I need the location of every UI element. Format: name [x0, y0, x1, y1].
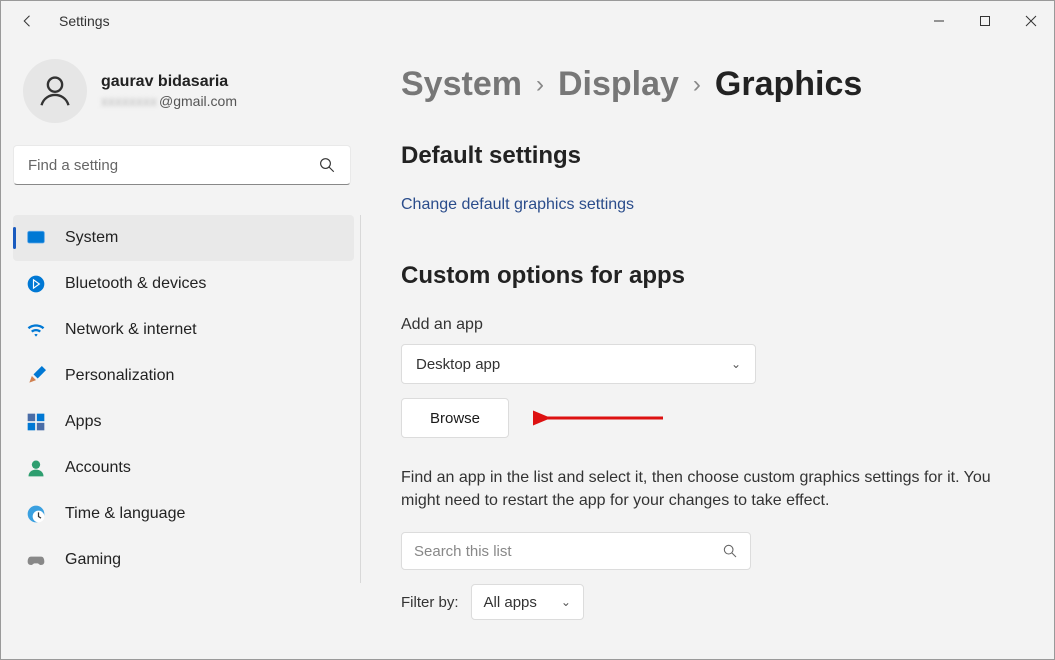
sidebar-item-label: Personalization — [65, 367, 174, 385]
avatar — [23, 59, 87, 123]
sidebar-item-label: Network & internet — [65, 321, 197, 339]
chevron-down-icon: ⌄ — [561, 595, 571, 609]
main-content: System › Display › Graphics Default sett… — [361, 41, 1054, 659]
close-button[interactable] — [1008, 1, 1054, 41]
search-icon — [318, 156, 336, 174]
user-profile[interactable]: gaurav bidasaria xxxxxxxx@gmail.com — [13, 51, 361, 145]
sidebar-item-personalization[interactable]: Personalization — [13, 353, 354, 399]
settings-search[interactable] — [13, 145, 351, 185]
help-text: Find an app in the list and select it, t… — [401, 466, 1011, 512]
bluetooth-icon — [25, 274, 47, 294]
sidebar-item-bluetooth[interactable]: Bluetooth & devices — [13, 261, 354, 307]
sidebar-item-label: Time & language — [65, 505, 185, 523]
sidebar-item-time[interactable]: Time & language — [13, 491, 354, 537]
gamepad-icon — [25, 550, 47, 570]
app-type-value: Desktop app — [416, 356, 500, 373]
maximize-button[interactable] — [962, 1, 1008, 41]
wifi-icon — [25, 320, 47, 340]
sidebar-item-label: Gaming — [65, 551, 121, 569]
sidebar-item-accounts[interactable]: Accounts — [13, 445, 354, 491]
filter-value: All apps — [484, 594, 537, 611]
custom-options-heading: Custom options for apps — [401, 262, 1014, 290]
app-type-select[interactable]: Desktop app ⌄ — [401, 344, 756, 384]
sidebar-item-system[interactable]: System — [13, 215, 354, 261]
settings-search-input[interactable] — [28, 157, 318, 174]
sidebar-item-apps[interactable]: Apps — [13, 399, 354, 445]
add-an-app-label: Add an app — [401, 316, 1014, 334]
browse-button[interactable]: Browse — [401, 398, 509, 438]
filter-by-label: Filter by: — [401, 594, 459, 611]
sidebar-item-label: Accounts — [65, 459, 131, 477]
user-name: gaurav bidasaria — [101, 73, 237, 91]
chevron-right-icon: › — [693, 71, 701, 99]
apps-icon — [25, 412, 47, 432]
person-icon — [25, 458, 47, 478]
back-button[interactable] — [19, 12, 37, 30]
user-email: xxxxxxxx@gmail.com — [101, 93, 237, 109]
brush-icon — [25, 366, 47, 386]
search-this-list[interactable] — [401, 532, 751, 570]
chevron-right-icon: › — [536, 71, 544, 99]
annotation-arrow — [533, 408, 673, 428]
sidebar-item-gaming[interactable]: Gaming — [13, 537, 354, 583]
breadcrumb-display[interactable]: Display — [558, 65, 679, 104]
title-bar: Settings — [1, 1, 1054, 41]
default-settings-heading: Default settings — [401, 142, 1014, 170]
sidebar-item-label: Bluetooth & devices — [65, 275, 206, 293]
breadcrumb-system[interactable]: System — [401, 65, 522, 104]
breadcrumb: System › Display › Graphics — [401, 65, 1014, 104]
nav-list: System Bluetooth & devices Network & int… — [13, 215, 361, 583]
sidebar: gaurav bidasaria xxxxxxxx@gmail.com Syst… — [1, 41, 361, 659]
chevron-down-icon: ⌄ — [731, 357, 741, 371]
search-icon — [722, 543, 738, 559]
sidebar-item-label: Apps — [65, 413, 101, 431]
system-icon — [25, 228, 47, 248]
search-list-input[interactable] — [414, 543, 722, 560]
breadcrumb-graphics: Graphics — [715, 65, 862, 104]
change-default-graphics-link[interactable]: Change default graphics settings — [401, 196, 634, 214]
sidebar-item-network[interactable]: Network & internet — [13, 307, 354, 353]
filter-select[interactable]: All apps ⌄ — [471, 584, 584, 620]
clock-globe-icon — [25, 504, 47, 524]
sidebar-item-label: System — [65, 229, 118, 247]
window-title: Settings — [59, 13, 110, 29]
minimize-button[interactable] — [916, 1, 962, 41]
